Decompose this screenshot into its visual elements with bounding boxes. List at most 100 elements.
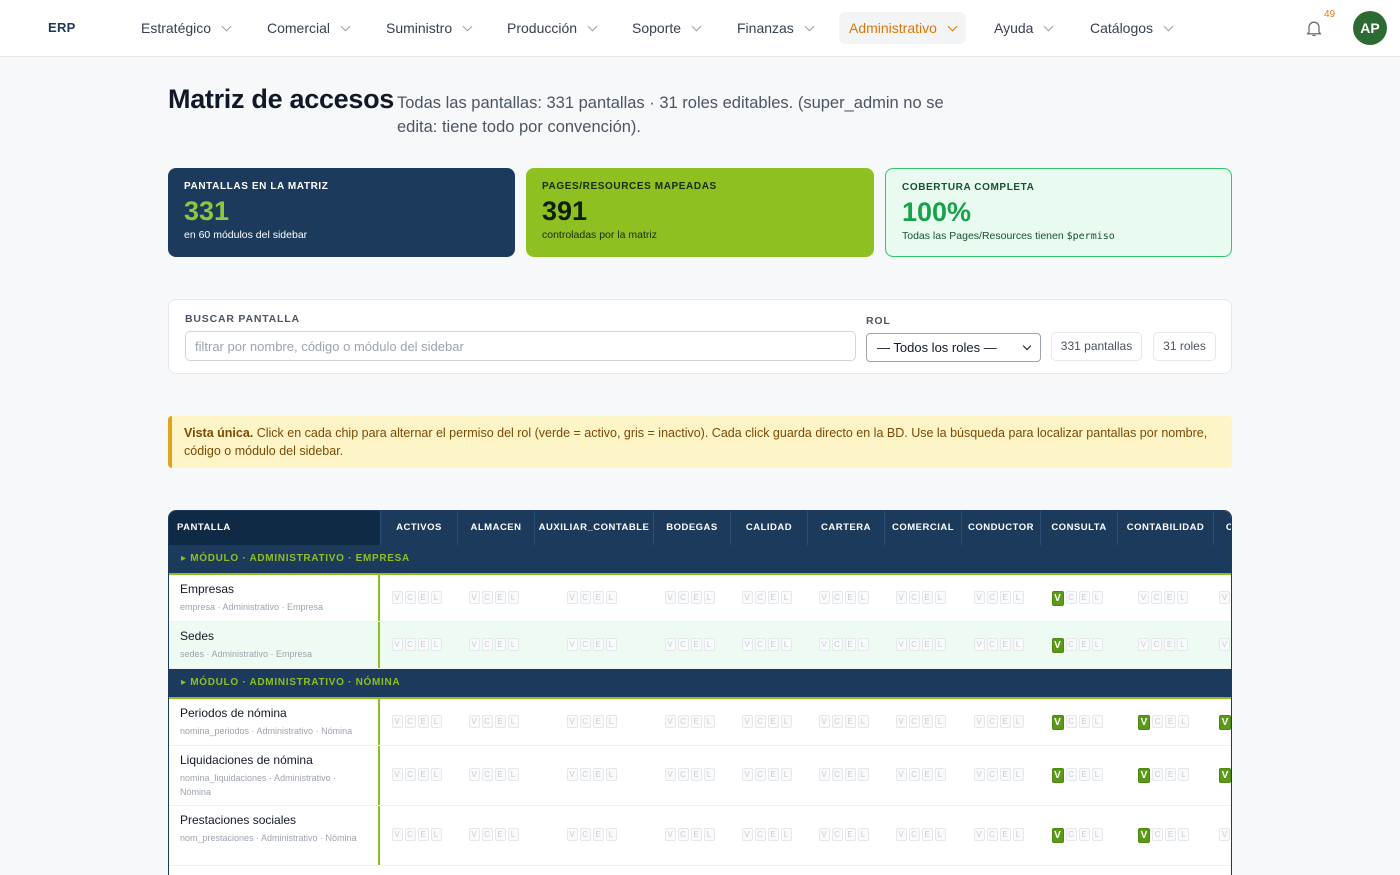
permission-chip-v[interactable]: V	[741, 638, 753, 651]
permission-chip-v[interactable]: V	[1051, 715, 1064, 730]
permission-chip-c[interactable]: C	[677, 768, 689, 781]
permission-chip-v[interactable]: V	[895, 828, 907, 841]
permission-chip-e[interactable]: E	[921, 638, 933, 651]
permission-chip-e[interactable]: E	[1078, 768, 1090, 781]
permission-chip-v[interactable]: V	[391, 715, 403, 728]
permission-chip-v[interactable]: V	[895, 768, 907, 781]
permission-chip-l[interactable]: L	[857, 638, 869, 651]
permission-chip-v[interactable]: V	[566, 638, 578, 651]
permission-chip-l[interactable]: L	[934, 828, 946, 841]
permission-chip-e[interactable]: E	[999, 768, 1011, 781]
search-input[interactable]	[185, 331, 856, 361]
role-select[interactable]: — Todos los roles —	[866, 333, 1041, 362]
permission-chip-c[interactable]: C	[908, 715, 920, 728]
permission-chip-c[interactable]: C	[1151, 638, 1162, 651]
permission-chip-v[interactable]: V	[1051, 591, 1064, 606]
column-header-role[interactable]: COMERCIAL	[884, 511, 961, 545]
permission-chip-l[interactable]: L	[703, 591, 715, 604]
permission-chip-l[interactable]: L	[934, 768, 946, 781]
permission-chip-e[interactable]: E	[844, 638, 856, 651]
permission-chip-c[interactable]: C	[1065, 715, 1077, 728]
permission-chip-e[interactable]: E	[1164, 638, 1175, 651]
permission-chip-e[interactable]: E	[494, 768, 506, 781]
permission-chip-v[interactable]: V	[468, 638, 480, 651]
permission-chip-e[interactable]: E	[767, 638, 779, 651]
permission-chip-v[interactable]: V	[973, 591, 985, 604]
permission-chip-v[interactable]: V	[468, 768, 480, 781]
permission-chip-c[interactable]: C	[677, 828, 689, 841]
permission-chip-c[interactable]: C	[754, 591, 766, 604]
permission-chip-c[interactable]: C	[404, 768, 416, 781]
permission-chip-c[interactable]: C	[986, 828, 998, 841]
permission-chip-l[interactable]: L	[1091, 828, 1103, 841]
permission-chip-v[interactable]: V	[818, 638, 830, 651]
permission-chip-c[interactable]: C	[1065, 591, 1077, 604]
permission-chip-v[interactable]: V	[566, 828, 578, 841]
permission-chip-e[interactable]: E	[999, 715, 1011, 728]
permission-chip-l[interactable]: L	[934, 638, 946, 651]
nav-item-suministro[interactable]: Suministro	[376, 12, 481, 44]
permission-chip-l[interactable]: L	[703, 828, 715, 841]
permission-chip-e[interactable]: E	[1078, 591, 1090, 604]
permission-chip-l[interactable]: L	[605, 768, 617, 781]
permission-chip-e[interactable]: E	[921, 715, 933, 728]
permission-chip-v[interactable]: V	[973, 768, 985, 781]
permission-chip-v[interactable]: V	[895, 591, 907, 604]
permission-chip-e[interactable]: E	[844, 715, 856, 728]
permission-chip-e[interactable]: E	[690, 715, 702, 728]
permission-chip-c[interactable]: C	[1151, 591, 1162, 604]
permission-chip-c[interactable]: C	[831, 828, 843, 841]
permission-chip-e[interactable]: E	[592, 638, 604, 651]
permission-chip-c[interactable]: C	[908, 828, 920, 841]
permission-chip-v[interactable]: V	[741, 715, 753, 728]
permission-chip-c[interactable]: C	[986, 591, 998, 604]
permission-chip-c[interactable]: C	[1065, 768, 1077, 781]
permission-chip-l[interactable]: L	[507, 715, 519, 728]
nav-item-produccion[interactable]: Producción	[497, 12, 606, 44]
permission-chip-v[interactable]: V	[818, 715, 830, 728]
permission-chip-e[interactable]: E	[417, 828, 429, 841]
permission-chip-e[interactable]: E	[767, 768, 779, 781]
permission-chip-c[interactable]: C	[1152, 828, 1163, 841]
permission-chip-l[interactable]: L	[857, 828, 869, 841]
permission-chip-v[interactable]: V	[973, 828, 985, 841]
column-header-role[interactable]: AUXILIAR_CONTABLE	[534, 511, 653, 545]
permission-chip-v[interactable]: V	[741, 591, 753, 604]
permission-chip-e[interactable]: E	[690, 591, 702, 604]
permission-chip-e[interactable]: E	[844, 828, 856, 841]
permission-chip-c[interactable]: C	[481, 591, 493, 604]
permission-chip-e[interactable]: E	[1164, 591, 1175, 604]
permission-chip-l[interactable]: L	[507, 638, 519, 651]
permission-chip-e[interactable]: E	[767, 715, 779, 728]
permission-chip-v[interactable]: V	[741, 768, 753, 781]
nav-item-administrativo[interactable]: Administrativo	[839, 12, 966, 44]
nav-item-comercial[interactable]: Comercial	[257, 12, 359, 44]
permission-chip-c[interactable]: C	[1065, 638, 1077, 651]
permission-chip-e[interactable]: E	[1078, 638, 1090, 651]
permission-chip-v[interactable]: V	[1138, 828, 1150, 843]
permission-chip-e[interactable]: E	[592, 768, 604, 781]
permission-chip-c[interactable]: C	[677, 715, 689, 728]
permission-chip-l[interactable]: L	[703, 768, 715, 781]
permission-chip-c[interactable]: C	[677, 638, 689, 651]
column-header-role[interactable]: CONSULTA	[1040, 511, 1117, 545]
permission-chip-v[interactable]: V	[818, 828, 830, 841]
permission-chip-v[interactable]: V	[664, 768, 676, 781]
permission-chip-l[interactable]: L	[780, 638, 792, 651]
nav-item-catalogos[interactable]: Catálogos	[1080, 12, 1182, 44]
column-header-role[interactable]: CONDUCTOR	[961, 511, 1040, 545]
permission-chip-l[interactable]: L	[1177, 591, 1188, 604]
column-header-role[interactable]: ALMACEN	[457, 511, 534, 545]
nav-item-finanzas[interactable]: Finanzas	[727, 12, 823, 44]
permission-chip-v[interactable]: V	[664, 638, 676, 651]
permission-chip-l[interactable]: L	[430, 768, 442, 781]
permission-chip-e[interactable]: E	[999, 828, 1011, 841]
permission-chip-e[interactable]: E	[494, 715, 506, 728]
permission-chip-l[interactable]: L	[780, 591, 792, 604]
permission-chip-v[interactable]: V	[566, 715, 578, 728]
permission-chip-e[interactable]: E	[494, 591, 506, 604]
permission-chip-v[interactable]: V	[818, 591, 830, 604]
column-header-role[interactable]: BODEGAS	[653, 511, 730, 545]
permission-chip-v[interactable]: V	[391, 768, 403, 781]
nav-item-estrategico[interactable]: Estratégico	[131, 12, 240, 44]
